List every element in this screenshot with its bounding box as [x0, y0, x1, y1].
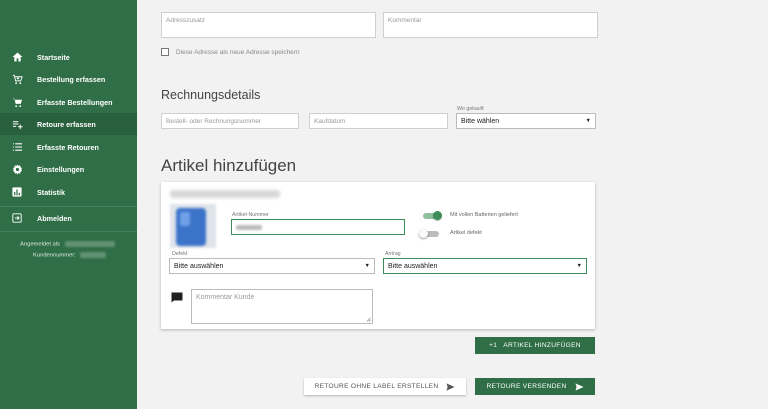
- defect-select[interactable]: Bitte auswählen ▼: [169, 258, 375, 274]
- customer-comment-placeholder: Kommentar Kunde: [196, 294, 255, 301]
- article-number-input[interactable]: [231, 219, 405, 235]
- blurred-username: [64, 241, 115, 247]
- sidebar-item-label: Erfasste Bestellungen: [37, 97, 113, 107]
- cart-icon: [11, 96, 23, 108]
- product-image: [170, 204, 216, 248]
- list-icon: [11, 141, 23, 153]
- send-return-button[interactable]: RETOURE VERSENDEN: [475, 378, 595, 395]
- customer-comment-textarea[interactable]: Kommentar Kunde: [191, 289, 373, 324]
- sidebar-item-statistik[interactable]: Statistik: [0, 181, 137, 203]
- sidebar-item-einstellungen[interactable]: Einstellungen: [0, 158, 137, 180]
- sidebar-item-erfasste-bestellungen[interactable]: Erfasste Bestellungen: [0, 91, 137, 113]
- logged-in-label: Angemeldet als: [20, 241, 60, 248]
- sidebar-item-label: Retoure erfassen: [37, 119, 96, 129]
- defect-value: Bitte auswählen: [174, 262, 224, 270]
- cart-add-icon: [11, 73, 23, 85]
- where-bought-select[interactable]: Bitte wählen ▼: [456, 113, 596, 129]
- chevron-down-icon: ▼: [364, 263, 370, 269]
- send-icon: [575, 382, 584, 391]
- defect-toggle-label: Artikel defekt: [450, 230, 482, 236]
- customer-number-label: Kundennummer:: [33, 252, 76, 259]
- bar-chart-icon: [11, 186, 23, 198]
- sidebar-divider: [0, 231, 137, 232]
- customer-number-info: Kundennummer:: [33, 252, 107, 259]
- sidebar-item-erfasste-retouren[interactable]: Erfasste Retouren: [0, 136, 137, 158]
- add-article-title: Artikel hinzufügen: [161, 156, 297, 175]
- add-article-button[interactable]: +1 ARTIKEL HINZUFÜGEN: [475, 337, 595, 354]
- return-without-label-button-label: RETOURE OHNE LABEL ERSTELLEN: [314, 383, 439, 390]
- sidebar-item-label: Abmelden: [37, 213, 72, 223]
- home-icon: [11, 51, 23, 63]
- defect-toggle[interactable]: [419, 229, 441, 238]
- blurred-article-name: [170, 190, 280, 198]
- blurred-article-number: [236, 225, 262, 230]
- sidebar-item-label: Einstellungen: [37, 164, 85, 174]
- address-comment-input[interactable]: Kommentar: [383, 12, 598, 38]
- where-bought-label: Wo gekauft: [457, 106, 484, 112]
- playlist-add-icon: [11, 118, 23, 130]
- request-select[interactable]: Bitte auswählen ▼: [383, 258, 587, 274]
- where-bought-value: Bitte wählen: [461, 117, 500, 125]
- save-address-checkbox[interactable]: [161, 48, 169, 56]
- purchase-date-placeholder: Kaufdatum: [314, 117, 346, 125]
- sidebar-item-abmelden[interactable]: Abmelden: [0, 207, 137, 229]
- order-number-input[interactable]: Bestell- oder Rechnungsnummer: [161, 113, 299, 129]
- sidebar-item-startseite[interactable]: Startseite: [0, 46, 137, 68]
- sidebar-item-label: Erfasste Retouren: [37, 142, 99, 152]
- article-number-label: Artikel-Nummer: [232, 212, 269, 218]
- request-value: Bitte auswählen: [388, 262, 438, 270]
- batteries-toggle[interactable]: [421, 211, 443, 220]
- add-article-button-label: +1 ARTIKEL HINZUFÜGEN: [489, 342, 581, 349]
- logged-in-info: Angemeldet als: [20, 241, 115, 248]
- address-supplement-placeholder: Adresszusatz: [166, 17, 206, 24]
- request-label: Antrag: [385, 251, 401, 257]
- order-number-placeholder: Bestell- oder Rechnungsnummer: [166, 117, 262, 125]
- resize-handle-icon[interactable]: [366, 317, 371, 322]
- sidebar-item-label: Bestellung erfassen: [37, 74, 106, 84]
- purchase-date-input[interactable]: Kaufdatum: [309, 113, 448, 129]
- sidebar-item-bestellung-erfassen[interactable]: Bestellung erfassen: [0, 68, 137, 90]
- comment-icon: [171, 290, 183, 303]
- send-return-button-label: RETOURE VERSENDEN: [486, 383, 567, 390]
- send-icon: [446, 382, 455, 391]
- logout-icon: [11, 212, 23, 224]
- invoice-details-title: Rechnungsdetails: [161, 88, 261, 102]
- gear-icon: [11, 163, 23, 175]
- address-supplement-input[interactable]: Adresszusatz: [161, 12, 376, 38]
- chevron-down-icon: ▼: [576, 263, 582, 269]
- sidebar-item-retoure-erfassen[interactable]: Retoure erfassen: [0, 113, 137, 135]
- batteries-toggle-label: Mit vollen Batterien geliefert: [450, 212, 518, 218]
- return-without-label-button[interactable]: RETOURE OHNE LABEL ERSTELLEN: [304, 378, 466, 395]
- sidebar: Startseite Bestellung erfassen Erfasste …: [0, 0, 137, 409]
- chevron-down-icon: ▼: [585, 118, 591, 124]
- blurred-customer-number: [80, 252, 107, 258]
- sidebar-item-label: Statistik: [37, 187, 65, 197]
- address-comment-placeholder: Kommentar: [388, 17, 422, 24]
- defect-label: Defekt: [172, 251, 188, 257]
- save-address-label: Diese Adresse als neue Adresse speichern: [176, 48, 300, 56]
- sidebar-item-label: Startseite: [37, 52, 70, 62]
